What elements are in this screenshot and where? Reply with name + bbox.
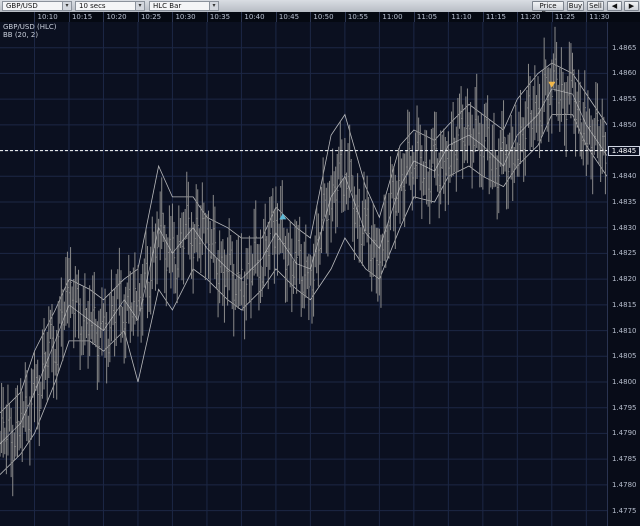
interval-value: 10 secs: [79, 2, 106, 10]
interval-dropdown[interactable]: 10 secs ▾: [75, 1, 145, 11]
plot-background: [0, 22, 607, 526]
price-tick-label: 1.4785: [612, 455, 637, 464]
price-box-button[interactable]: Price Box: [532, 1, 564, 18]
price-plot-area[interactable]: [0, 22, 607, 526]
chart-type-value: HLC Bar: [153, 2, 182, 10]
time-tick-label: 11:20: [517, 12, 541, 22]
price-tick-label: 1.4840: [612, 172, 637, 181]
chevron-down-icon: ▾: [62, 2, 71, 10]
price-tick-label: 1.4850: [612, 120, 637, 129]
time-tick-label: 11:10: [448, 12, 472, 22]
scroll-right-button[interactable]: ▶: [624, 1, 639, 11]
time-tick-label: 11:05: [413, 12, 437, 22]
chart-legend: GBP/USD (HLC) BB (20, 2): [3, 23, 57, 39]
series-legend-label: GBP/USD (HLC): [3, 23, 57, 31]
time-tick-label: 10:35: [206, 12, 230, 22]
time-tick-label: 10:10: [34, 12, 58, 22]
symbol-value: GBP/USD: [6, 2, 38, 10]
price-axis[interactable]: 1.4775 1.4780 1.4785 1.4790 1.4795 1.4800 1.48…: [607, 22, 640, 526]
price-tick-label: 1.4810: [612, 326, 637, 335]
symbol-dropdown[interactable]: GBP/USD ▾: [2, 1, 72, 11]
time-tick-label: 11:00: [379, 12, 403, 22]
chevron-down-icon: ▾: [135, 2, 144, 10]
time-tick-label: 10:45: [275, 12, 299, 22]
scroll-left-button[interactable]: ◀: [607, 1, 622, 11]
price-tick-label: 1.4835: [612, 198, 637, 206]
trading-chart-window: GBP/USD ▾ 10 secs ▾ HLC Bar ▾ Price Box …: [0, 0, 640, 526]
price-tick-label: 1.4800: [612, 378, 637, 386]
time-tick-label: 10:30: [172, 12, 196, 22]
chart-type-dropdown[interactable]: HLC Bar ▾: [149, 1, 219, 11]
price-tick-label: 1.4795: [612, 403, 637, 412]
price-tick-label: 1.4815: [612, 300, 637, 309]
sell-button[interactable]: Sell: [587, 1, 604, 11]
time-tick-label: 10:20: [103, 12, 127, 22]
buy-button[interactable]: Buy: [567, 1, 584, 11]
time-tick-label: 11:30: [586, 12, 609, 22]
time-tick-label: 10:55: [344, 12, 368, 22]
time-tick-label: 11:25: [551, 12, 575, 22]
price-tick-label: 1.4780: [612, 480, 637, 489]
current-price-label: 1.4845: [608, 145, 640, 156]
price-tick-label: 1.4775: [612, 506, 637, 515]
price-tick-label: 1.4830: [612, 223, 637, 232]
price-tick-label: 1.4820: [612, 275, 637, 284]
time-tick-label: 10:50: [310, 12, 334, 22]
price-tick-label: 1.4805: [612, 352, 637, 361]
price-tick-label: 1.4825: [612, 249, 637, 258]
time-tick-label: 11:15: [482, 12, 506, 22]
price-tick-label: 1.4860: [612, 69, 637, 78]
time-tick-label: 10:40: [241, 12, 265, 22]
time-tick-label: 10:15: [68, 12, 92, 22]
time-tick-label: 10:25: [137, 12, 161, 22]
price-tick-label: 1.4865: [612, 43, 637, 52]
chevron-down-icon: ▾: [209, 2, 218, 10]
price-tick-label: 1.4855: [612, 95, 637, 104]
price-tick-label: 1.4790: [612, 429, 637, 438]
indicator-legend-label: BB (20, 2): [3, 31, 39, 39]
